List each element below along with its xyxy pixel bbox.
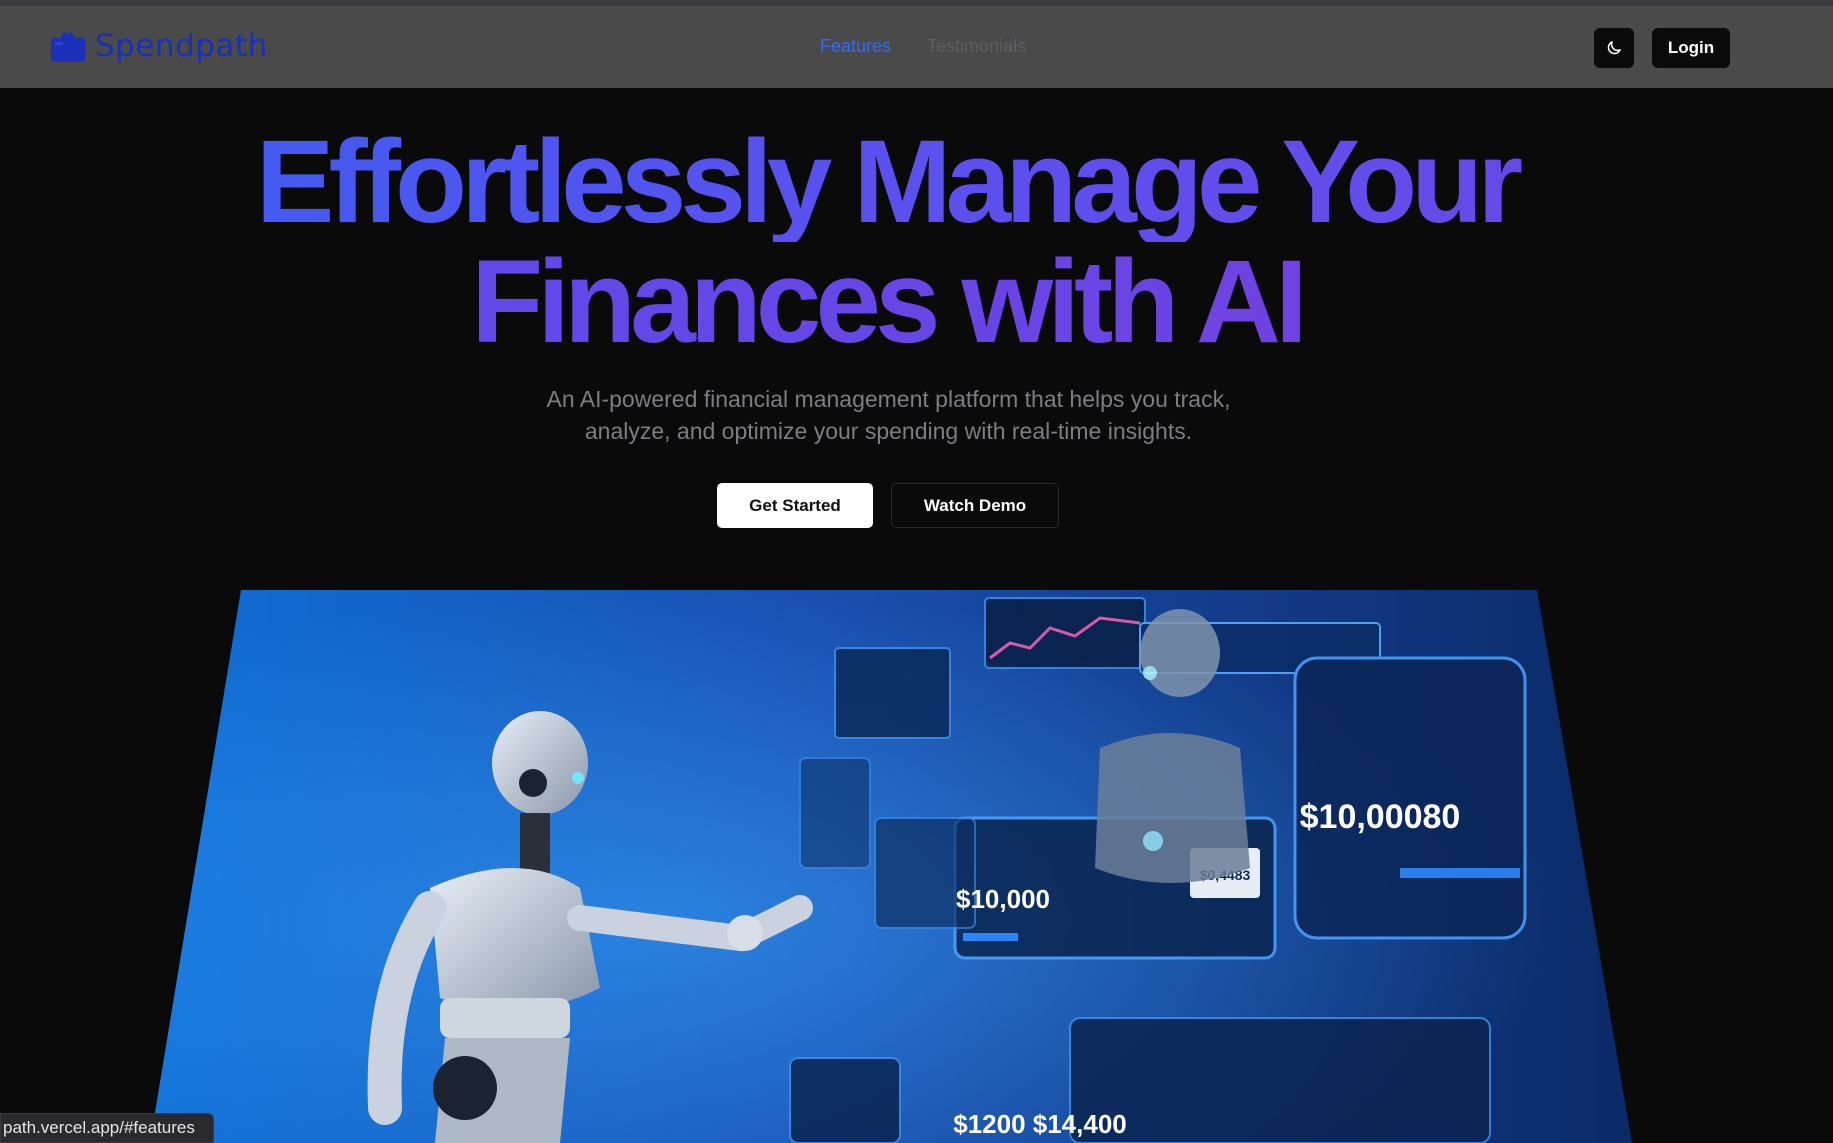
get-started-button[interactable]: Get Started <box>717 483 873 528</box>
panel-value-medium: $10,000 <box>956 884 1050 914</box>
navbar: Spendpath Features Testimonials Login <box>0 6 1833 88</box>
login-button[interactable]: Login <box>1652 28 1730 68</box>
nav-link-testimonials[interactable]: Testimonials <box>927 36 1026 57</box>
moon-icon <box>1607 41 1621 55</box>
brand-logo[interactable]: Spendpath <box>51 28 268 64</box>
hero-title-line-2: Finances with AI <box>0 242 1773 362</box>
theme-toggle-button[interactable] <box>1594 28 1634 68</box>
briefcase-icon <box>51 31 85 62</box>
hero-title: Effortlessly Manage Your Finances with A… <box>0 122 1773 362</box>
hero-subtitle-text: An AI-powered financial management platf… <box>546 386 1231 444</box>
panel-value-large: $10,00080 <box>1300 798 1461 836</box>
hero-subtitle: An AI-powered financial management platf… <box>0 383 1777 447</box>
hero-title-line-1: Effortlessly Manage Your <box>0 122 1773 242</box>
status-bar-url: path.vercel.app/#features <box>0 1113 214 1143</box>
watch-demo-button[interactable]: Watch Demo <box>891 483 1059 528</box>
panel-value-bottom: $1200 $14,400 <box>953 1109 1127 1139</box>
brand-name: Spendpath <box>95 28 268 64</box>
cta-row: Get Started Watch Demo <box>717 483 1059 528</box>
main-nav: Features Testimonials <box>820 36 1026 57</box>
nav-link-features[interactable]: Features <box>820 36 891 57</box>
hero-illustration: $10,00080 $10,000 $0,4483 $1200 $14,400 <box>150 590 1632 1143</box>
